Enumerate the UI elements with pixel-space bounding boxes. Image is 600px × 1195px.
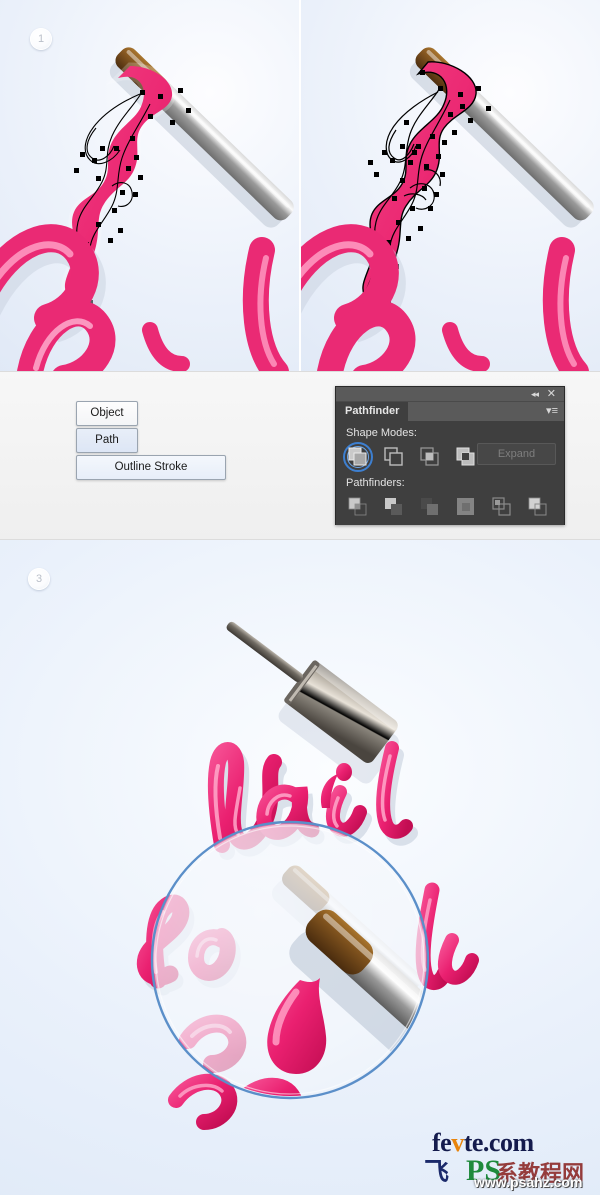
pathfinder-outline-icon[interactable] <box>491 496 513 518</box>
collapse-icon[interactable]: ◂◂ <box>531 389 539 400</box>
pathfinder-divide-icon[interactable] <box>347 496 369 518</box>
shape-mode-intersect-icon[interactable] <box>419 446 441 468</box>
shape-mode-unite-icon[interactable] <box>347 446 369 468</box>
pathfinder-tabrow: Pathfinder ▾≡ <box>336 402 564 421</box>
watermark-site-suffix: te.com <box>463 1128 534 1157</box>
watermark: fevte.com 飞 PS 系教程网 www.psahz.com <box>424 1128 594 1190</box>
watermark-cn-left: 飞 <box>424 1158 450 1186</box>
polish-letters <box>0 224 289 371</box>
pathfinder-titlebar: ◂◂ ✕ <box>336 387 564 402</box>
strip-top-divider <box>0 371 600 372</box>
pathfinder-trim-icon[interactable] <box>383 496 405 518</box>
pathfinders-label: Pathfinders: <box>346 477 405 489</box>
panel-menu-icon[interactable]: ▾≡ <box>546 405 558 418</box>
pathfinder-panel: ◂◂ ✕ Pathfinder ▾≡ Shape Modes: Expand P… <box>335 386 565 525</box>
step1-image-panel: 1 <box>0 0 300 371</box>
pathfinder-merge-icon[interactable] <box>419 496 441 518</box>
pathfinder-minus-back-icon[interactable] <box>527 496 549 518</box>
shape-modes-label: Shape Modes: <box>346 427 417 439</box>
menu-item-object[interactable]: Object <box>76 401 138 426</box>
watermark-url: www.psahz.com <box>474 1174 583 1190</box>
step-badge-1: 1 <box>30 28 52 50</box>
step2-image-panel: 2 <box>300 0 600 371</box>
menu-item-outline-stroke[interactable]: Outline Stroke <box>76 455 226 480</box>
menu-item-path[interactable]: Path <box>76 428 138 453</box>
shape-mode-minus-front-icon[interactable] <box>383 446 405 468</box>
pathfinder-crop-icon[interactable] <box>455 496 477 518</box>
tab-pathfinder[interactable]: Pathfinder <box>336 402 409 421</box>
step2-artwork <box>300 47 594 371</box>
expand-button[interactable]: Expand <box>477 443 556 465</box>
step1-artwork <box>0 47 294 371</box>
panel-divider <box>299 0 301 371</box>
pathfinder-body: Shape Modes: Expand Pathfinders: <box>336 421 564 525</box>
close-icon[interactable]: ✕ <box>547 388 556 401</box>
polish-letters-2 <box>300 224 589 371</box>
shape-mode-exclude-icon[interactable] <box>455 446 477 468</box>
step3-final-artwork-panel: 3 <box>0 540 600 1195</box>
watermark-site-v: v <box>451 1128 464 1157</box>
final-illustration <box>136 621 479 1130</box>
step-badge-3: 3 <box>28 568 50 590</box>
